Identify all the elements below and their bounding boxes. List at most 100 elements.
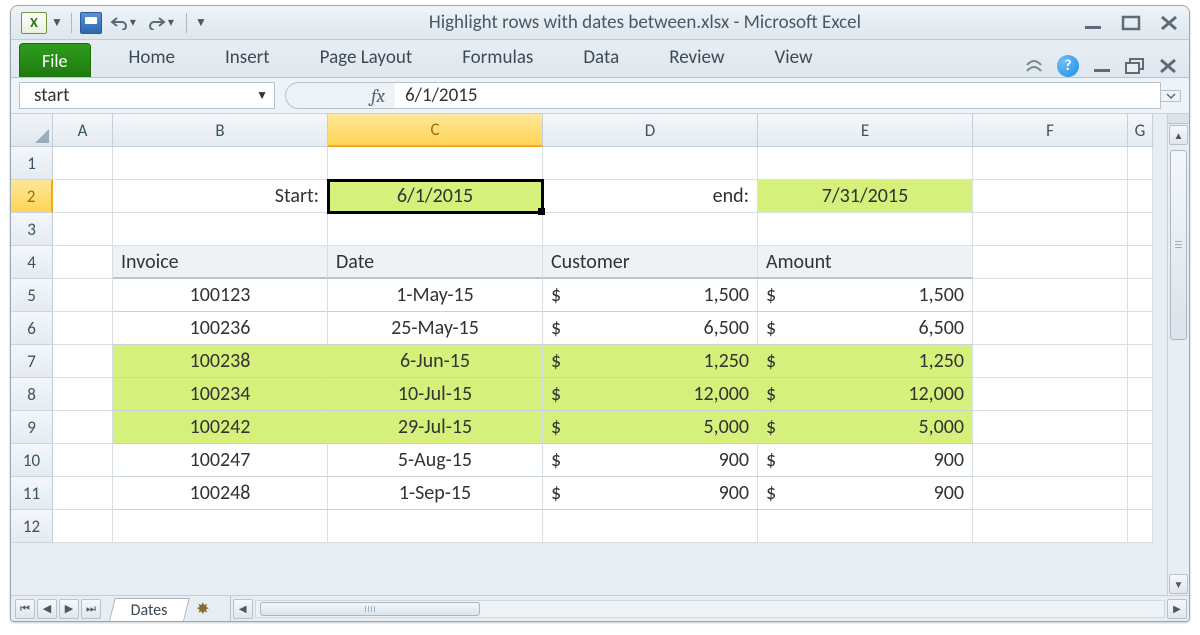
maximize-icon[interactable] — [1121, 15, 1141, 31]
cell-D2[interactable]: end: — [543, 180, 758, 213]
cell-F7[interactable] — [973, 345, 1128, 378]
cell-A4[interactable] — [53, 246, 113, 279]
cell-E8[interactable]: $12,000 — [758, 378, 973, 411]
cell-C5[interactable]: 1-May-15 — [328, 279, 543, 312]
col-header-D[interactable]: D — [543, 114, 758, 147]
cell-B9[interactable]: 100242 — [113, 411, 328, 444]
scroll-up-icon[interactable]: ▲ — [1169, 125, 1188, 145]
scroll-down-icon[interactable]: ▼ — [1169, 574, 1188, 594]
cell-D11[interactable]: $900 — [543, 477, 758, 510]
cell-F1[interactable] — [973, 147, 1128, 180]
tab-review[interactable]: Review — [651, 40, 742, 77]
cell-B1[interactable] — [113, 147, 328, 180]
cell-F2[interactable] — [973, 180, 1128, 213]
cell-B3[interactable] — [113, 213, 328, 246]
row-header-11[interactable]: 11 — [11, 477, 53, 510]
row-header-10[interactable]: 10 — [11, 444, 53, 477]
cell-A7[interactable] — [53, 345, 113, 378]
cell-B12[interactable] — [113, 510, 328, 543]
row-header-3[interactable]: 3 — [11, 213, 53, 246]
cell-F11[interactable] — [973, 477, 1128, 510]
cell-D1[interactable] — [543, 147, 758, 180]
cell-B5[interactable]: 100123 — [113, 279, 328, 312]
cell-G10[interactable] — [1128, 444, 1153, 477]
undo-dropdown-icon[interactable]: ▾ — [130, 15, 136, 30]
cell-A1[interactable] — [53, 147, 113, 180]
cell-E11[interactable]: $900 — [758, 477, 973, 510]
row-header-2[interactable]: 2 — [11, 180, 53, 213]
tab-home[interactable]: Home — [111, 40, 194, 77]
row-header-7[interactable]: 7 — [11, 345, 53, 378]
row-header-9[interactable]: 9 — [11, 411, 53, 444]
vscroll-thumb[interactable] — [1170, 150, 1187, 340]
cell-F8[interactable] — [973, 378, 1128, 411]
excel-icon[interactable]: X — [21, 12, 47, 34]
cell-A6[interactable] — [53, 312, 113, 345]
row-header-4[interactable]: 4 — [11, 246, 53, 279]
tab-formulas[interactable]: Formulas — [444, 40, 551, 77]
cell-D4[interactable]: Customer — [543, 246, 758, 279]
vscroll-track[interactable] — [1168, 146, 1189, 573]
cell-G7[interactable] — [1128, 345, 1153, 378]
cell-G5[interactable] — [1128, 279, 1153, 312]
workbook-restore-icon[interactable] — [1125, 58, 1145, 74]
cell-D6[interactable]: $6,500 — [543, 312, 758, 345]
cell-F5[interactable] — [973, 279, 1128, 312]
cell-F4[interactable] — [973, 246, 1128, 279]
close-icon[interactable] — [1159, 15, 1179, 31]
cell-C2[interactable]: 6/1/2015 — [328, 180, 543, 213]
row-header-5[interactable]: 5 — [11, 279, 53, 312]
help-icon[interactable]: ? — [1057, 55, 1079, 77]
ribbon-minimize-icon[interactable] — [1025, 59, 1043, 73]
workbook-minimize-icon[interactable] — [1093, 59, 1111, 73]
cell-A3[interactable] — [53, 213, 113, 246]
grid[interactable]: ABCDEFG12Start:6/1/2015end:7/31/201534In… — [11, 114, 1167, 595]
cell-E5[interactable]: $1,500 — [758, 279, 973, 312]
cell-D3[interactable] — [543, 213, 758, 246]
row-header-1[interactable]: 1 — [11, 147, 53, 180]
col-header-G[interactable]: G — [1128, 114, 1153, 147]
cell-C1[interactable] — [328, 147, 543, 180]
cell-E7[interactable]: $1,250 — [758, 345, 973, 378]
tab-data[interactable]: Data — [565, 40, 637, 77]
hscroll-thumb[interactable] — [260, 602, 480, 616]
col-header-C[interactable]: C — [328, 114, 543, 147]
cell-B8[interactable]: 100234 — [113, 378, 328, 411]
save-icon[interactable] — [80, 12, 102, 34]
formula-expand-icon[interactable] — [1161, 90, 1181, 102]
cell-A2[interactable] — [53, 180, 113, 213]
cell-C6[interactable]: 25-May-15 — [328, 312, 543, 345]
cell-F12[interactable] — [973, 510, 1128, 543]
cell-C7[interactable]: 6-Jun-15 — [328, 345, 543, 378]
cell-A5[interactable] — [53, 279, 113, 312]
cell-F3[interactable] — [973, 213, 1128, 246]
cell-B2[interactable]: Start: — [113, 180, 328, 213]
cell-C9[interactable]: 29-Jul-15 — [328, 411, 543, 444]
cell-A11[interactable] — [53, 477, 113, 510]
cell-G9[interactable] — [1128, 411, 1153, 444]
row-header-12[interactable]: 12 — [11, 510, 53, 543]
cell-E1[interactable] — [758, 147, 973, 180]
redo-dropdown-icon[interactable]: ▾ — [168, 15, 174, 30]
cell-D12[interactable] — [543, 510, 758, 543]
new-sheet-icon[interactable]: ✸ — [188, 596, 218, 621]
fx-icon[interactable]: fx — [371, 85, 385, 107]
cell-E6[interactable]: $6,500 — [758, 312, 973, 345]
minimize-icon[interactable] — [1083, 15, 1103, 31]
cell-D5[interactable]: $1,500 — [543, 279, 758, 312]
sheet-nav-first-icon[interactable]: ⏮ — [15, 599, 35, 619]
app-menu-dropdown-icon[interactable]: ▼ — [51, 15, 63, 30]
tab-view[interactable]: View — [756, 40, 830, 77]
workbook-close-icon[interactable] — [1159, 59, 1177, 73]
cell-B7[interactable]: 100238 — [113, 345, 328, 378]
cell-C8[interactable]: 10-Jul-15 — [328, 378, 543, 411]
undo-button[interactable]: ▾ — [106, 15, 140, 30]
cell-D8[interactable]: $12,000 — [543, 378, 758, 411]
cell-G3[interactable] — [1128, 213, 1153, 246]
cell-D10[interactable]: $900 — [543, 444, 758, 477]
cell-G12[interactable] — [1128, 510, 1153, 543]
cell-C4[interactable]: Date — [328, 246, 543, 279]
cell-A8[interactable] — [53, 378, 113, 411]
cell-A12[interactable] — [53, 510, 113, 543]
row-header-6[interactable]: 6 — [11, 312, 53, 345]
